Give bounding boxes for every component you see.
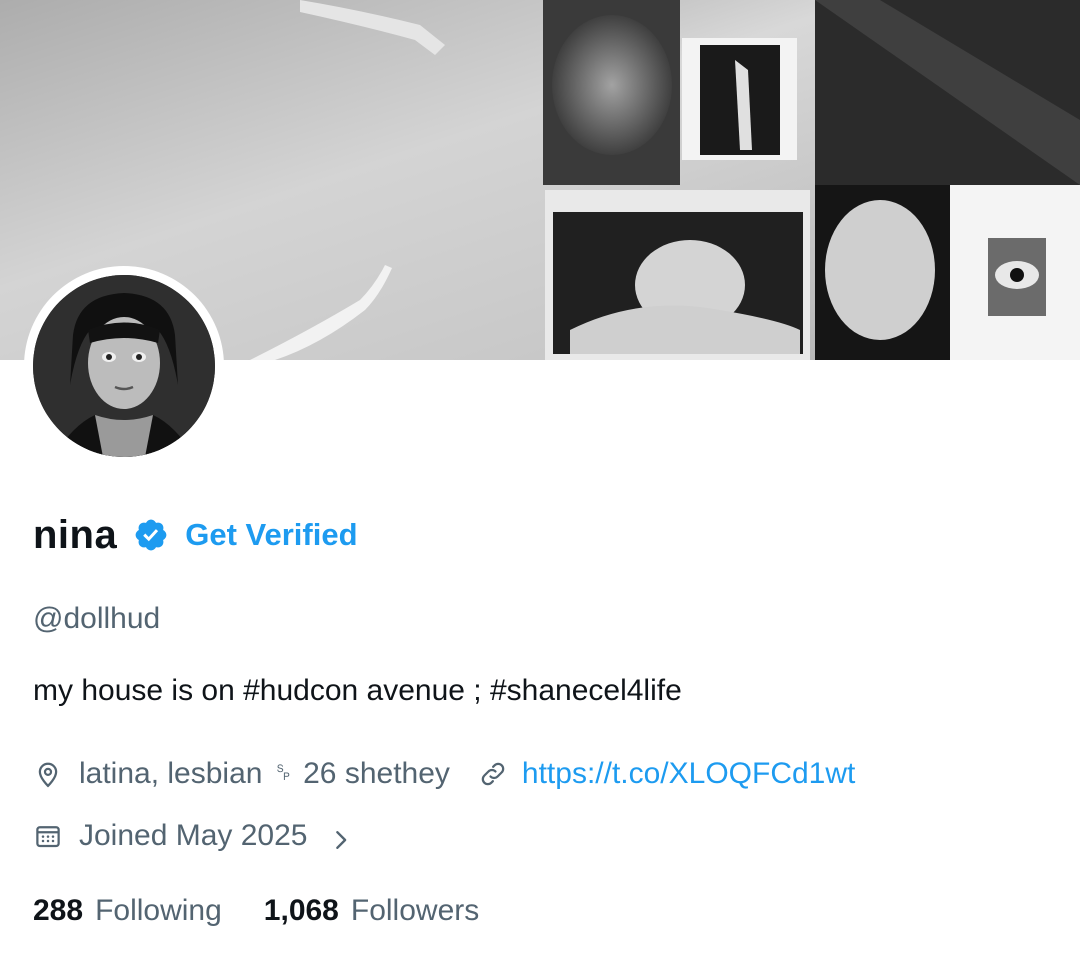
chevron-right-icon[interactable] [330, 825, 352, 849]
location-text: latina, lesbian ␠ 26 shethey [79, 757, 450, 790]
following-label: Following [95, 894, 222, 927]
followers-count: 1,068 [263, 894, 339, 927]
website-link[interactable]: https://t.co/XLOQFCd1wt [522, 757, 855, 791]
profile-meta-row: latina, lesbian ␠ 26 shethey https://t.c… [33, 752, 855, 796]
following-count: 288 [33, 894, 84, 927]
following-link[interactable]: 288 Following [33, 894, 222, 928]
avatar-image [33, 275, 215, 457]
name-row: nina Get Verified [33, 508, 358, 562]
profile-bio: my house is on #hudcon avenue ; #shanece… [33, 674, 682, 707]
get-verified-link[interactable]: Get Verified [185, 517, 357, 553]
followers-link[interactable]: 1,068 Followers [264, 894, 479, 928]
calendar-icon [33, 821, 63, 851]
verified-badge-icon[interactable] [133, 517, 169, 553]
username-handle: @dollhud [33, 602, 161, 635]
link-icon [478, 759, 508, 789]
location-pin-icon [33, 759, 63, 789]
joined-date: Joined May 2025 [79, 819, 308, 852]
display-name: nina [33, 512, 118, 557]
joined-row[interactable]: Joined May 2025 [33, 814, 352, 858]
avatar[interactable] [24, 266, 224, 466]
follow-counts: 288 Following 1,068 Followers [33, 890, 479, 932]
followers-label: Followers [350, 894, 480, 927]
